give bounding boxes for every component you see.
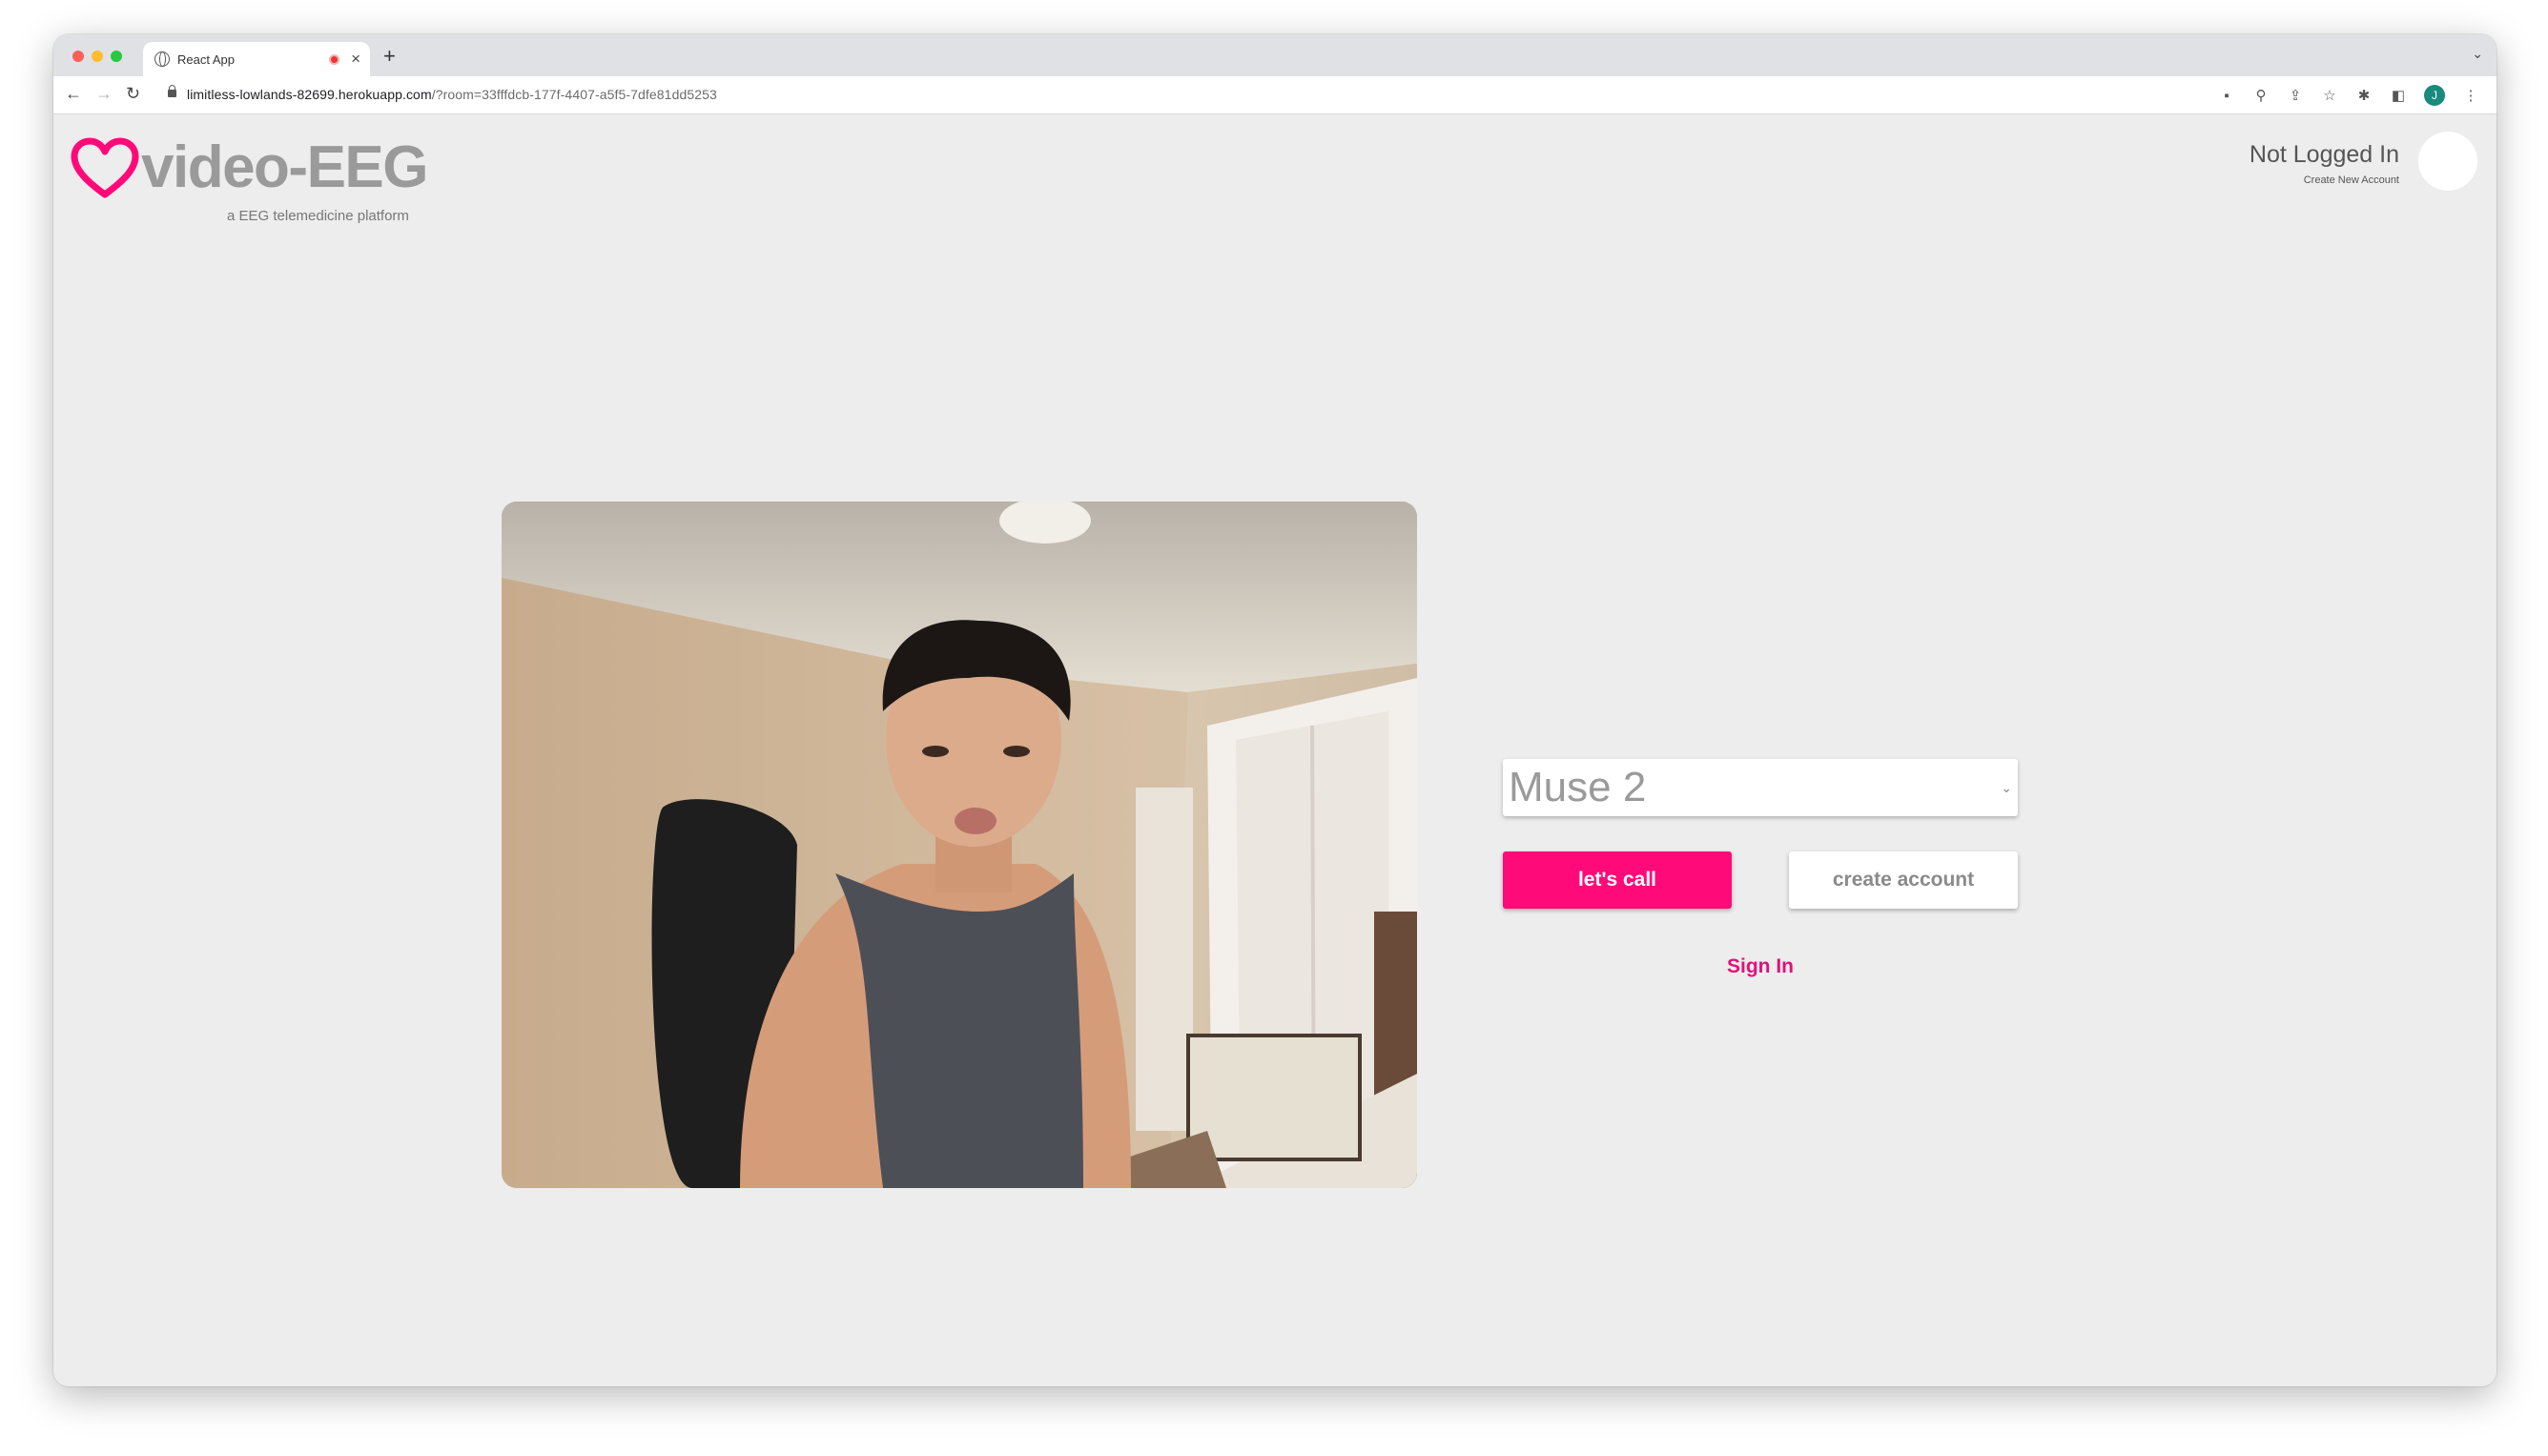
url-path: /?room=33fffdcb-177f-4407-a5f5-7dfe81dd5… (431, 87, 717, 102)
browser-window: React App × + ⌄ ← → ↻ limitless-lowlands… (53, 34, 2497, 1386)
share-icon[interactable]: ⇪ (2287, 87, 2304, 104)
reload-icon[interactable]: ↻ (126, 84, 140, 104)
eeg-device-select[interactable]: Muse 2 ⌄ (1503, 759, 2018, 816)
sign-in-link[interactable]: Sign In (1694, 955, 1827, 978)
camera-in-use-icon[interactable]: ▪ (2218, 88, 2235, 104)
forward-arrow-icon[interactable]: → (95, 84, 113, 104)
local-video-preview (502, 502, 1417, 1188)
create-new-account-link[interactable]: Create New Account (2250, 174, 2399, 186)
heart-logo-icon (71, 137, 139, 198)
zoom-icon[interactable]: ⚲ (2252, 87, 2270, 104)
lock-icon[interactable] (168, 85, 176, 97)
app-logo[interactable]: video-EEG a EEG telemedicine platform (71, 134, 471, 224)
url-host: limitless-lowlands-82699.herokuapp.com (187, 87, 432, 102)
more-menu-icon[interactable]: ⋮ (2462, 87, 2479, 104)
close-tab-icon[interactable]: × (351, 50, 360, 69)
app-page: video-EEG a EEG telemedicine platform No… (53, 114, 2497, 1386)
new-tab-button[interactable]: + (383, 44, 396, 69)
back-arrow-icon[interactable]: ← (65, 84, 82, 104)
minimize-window-button[interactable] (92, 51, 103, 62)
selected-device-value: Muse 2 (1509, 764, 1647, 810)
bookmark-star-icon[interactable]: ☆ (2321, 87, 2338, 104)
url-bar[interactable]: limitless-lowlands-82699.herokuapp.com/?… (187, 87, 717, 102)
chevron-down-icon: ⌄ (2001, 779, 2012, 795)
address-toolbar: ← → ↻ limitless-lowlands-82699.herokuapp… (53, 76, 2497, 114)
user-avatar[interactable] (2418, 132, 2477, 191)
close-window-button[interactable] (72, 51, 84, 62)
profile-avatar[interactable]: J (2424, 85, 2445, 106)
browser-tab[interactable]: React App × (143, 42, 370, 76)
create-account-button[interactable]: create account (1789, 851, 2018, 909)
extensions-puzzle-icon[interactable]: ✱ (2355, 87, 2373, 104)
webcam-feed-image (502, 502, 1417, 1188)
account-status: Not Logged In Create New Account (2250, 141, 2399, 186)
tab-title: React App (177, 51, 235, 67)
tab-search-icon[interactable]: ⌄ (2472, 46, 2483, 62)
zoom-window-button[interactable] (111, 51, 122, 62)
globe-icon (154, 51, 170, 67)
toolbar-icons: ▪ ⚲ ⇪ ☆ ✱ ◧ J ⋮ (2218, 85, 2479, 106)
lets-call-button[interactable]: let's call (1503, 851, 1732, 909)
recording-indicator-icon (329, 53, 340, 65)
side-panel-icon[interactable]: ◧ (2390, 87, 2407, 104)
logo-tagline: a EEG telemedicine platform (227, 208, 409, 224)
login-status-text: Not Logged In (2249, 141, 2399, 168)
tab-strip: React App × + ⌄ (53, 34, 2497, 76)
logo-wordmark: video-EEG (141, 134, 429, 200)
